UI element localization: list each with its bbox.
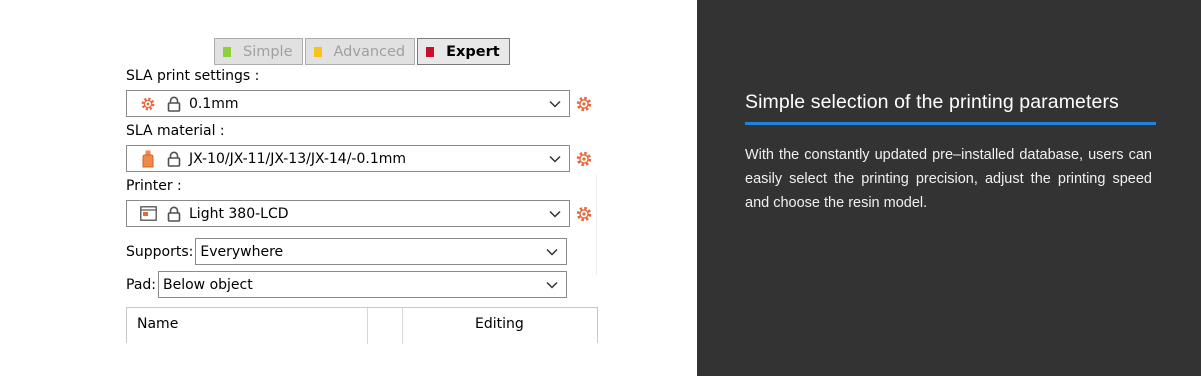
- gear-icon: [139, 95, 157, 113]
- panel-edge-divider: [596, 175, 597, 275]
- simple-mode-indicator-icon: [223, 46, 231, 57]
- supports-value: Everywhere: [200, 243, 284, 260]
- print-settings-value: 0.1mm: [189, 95, 239, 112]
- mode-advanced-button[interactable]: Advanced: [304, 38, 416, 65]
- pad-dropdown[interactable]: Below object: [158, 271, 567, 298]
- printer-icon: [139, 205, 157, 223]
- mode-advanced-label: Advanced: [333, 43, 406, 60]
- title-underline: [745, 122, 1156, 125]
- lock-icon: [165, 150, 183, 168]
- column-header-editing[interactable]: Editing: [475, 316, 524, 332]
- column-divider: [402, 308, 403, 344]
- lock-icon: [165, 205, 183, 223]
- mode-simple-button[interactable]: Simple: [214, 38, 303, 65]
- feature-description-panel: Simple selection of the printing paramet…: [697, 0, 1201, 376]
- mode-expert-button[interactable]: Expert: [417, 38, 510, 65]
- print-settings-dropdown[interactable]: 0.1mm: [126, 90, 570, 117]
- mode-simple-label: Simple: [243, 43, 293, 60]
- edit-printer-gear-icon[interactable]: [575, 205, 593, 223]
- settings-table-header: Name Editing: [126, 307, 598, 344]
- column-header-name[interactable]: Name: [137, 316, 178, 332]
- settings-panel: Simple Advanced Expert SLA print setting…: [0, 0, 697, 376]
- mode-selector: Simple Advanced Expert: [214, 38, 512, 65]
- feature-title: Simple selection of the printing paramet…: [745, 91, 1119, 113]
- resin-bottle-icon: [139, 150, 157, 168]
- chevron-down-icon: [545, 204, 565, 224]
- lock-icon: [165, 95, 183, 113]
- column-divider: [367, 308, 368, 344]
- chevron-down-icon: [545, 149, 565, 169]
- supports-label: Supports:: [126, 243, 194, 260]
- printer-value: Light 380-LCD: [189, 205, 289, 222]
- edit-material-gear-icon[interactable]: [575, 150, 593, 168]
- expert-mode-indicator-icon: [426, 46, 435, 57]
- material-value: JX-10/JX-11/JX-13/JX-14/-0.1mm: [189, 150, 407, 167]
- pad-row: Pad: Below object: [126, 271, 567, 298]
- pad-label: Pad:: [126, 276, 156, 293]
- supports-dropdown[interactable]: Everywhere: [195, 238, 568, 265]
- advanced-mode-indicator-icon: [313, 46, 322, 57]
- pad-value: Below object: [163, 276, 253, 293]
- chevron-down-icon: [542, 275, 562, 295]
- printer-label: Printer :: [126, 178, 182, 194]
- material-dropdown[interactable]: JX-10/JX-11/JX-13/JX-14/-0.1mm: [126, 145, 570, 172]
- edit-print-settings-gear-icon[interactable]: [575, 95, 593, 113]
- printer-dropdown[interactable]: Light 380-LCD: [126, 200, 570, 227]
- feature-description: With the constantly updated pre–installe…: [745, 147, 1152, 211]
- chevron-down-icon: [542, 242, 562, 262]
- print-settings-label: SLA print settings :: [126, 68, 260, 84]
- mode-expert-label: Expert: [446, 43, 500, 60]
- chevron-down-icon: [545, 94, 565, 114]
- supports-row: Supports: Everywhere: [126, 238, 568, 265]
- material-label: SLA material :: [126, 123, 225, 139]
